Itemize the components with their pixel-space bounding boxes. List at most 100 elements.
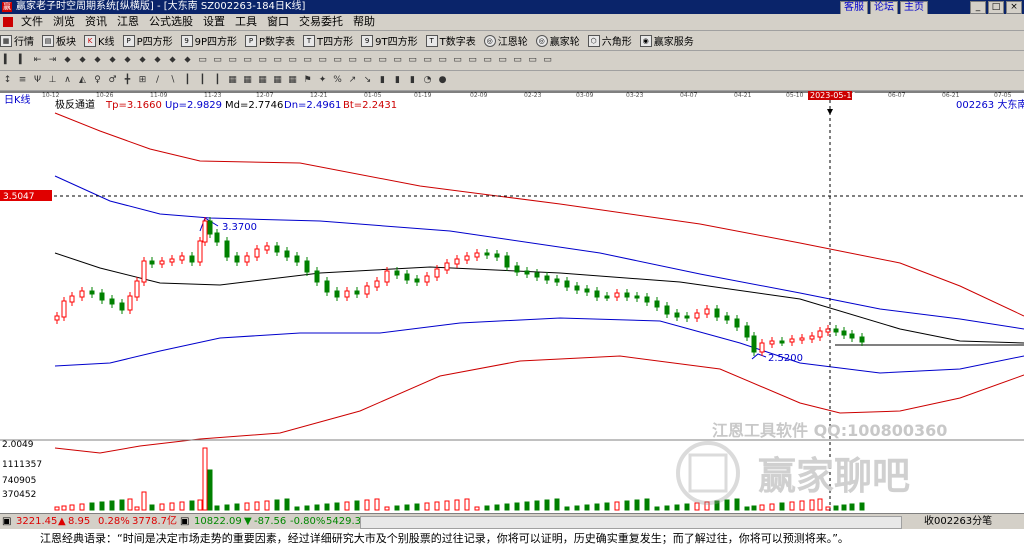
analysis-tool-icon[interactable]: ⊞ [136, 74, 149, 87]
maximize-icon[interactable]: □ [988, 1, 1004, 14]
close-icon[interactable]: × [1006, 1, 1022, 14]
draw-tool-icon[interactable]: ⬥ [106, 54, 119, 67]
draw-tool-icon[interactable]: ▭ [226, 54, 239, 67]
menu-settings[interactable]: 设置 [198, 14, 230, 30]
draw-tool-icon[interactable]: ⬥ [61, 54, 74, 67]
menu-gann[interactable]: 江恩 [112, 14, 144, 30]
draw-tool-icon[interactable]: ▭ [211, 54, 224, 67]
toolbar-gann-wheel[interactable]: ◎ 江恩轮 [483, 33, 528, 48]
draw-tool-icon[interactable]: ▭ [481, 54, 494, 67]
toolbar-service[interactable]: ◉ 赢家服务 [639, 33, 694, 48]
draw-tool-icon[interactable]: ▭ [196, 54, 209, 67]
analysis-tool-icon[interactable]: ▦ [271, 74, 284, 87]
analysis-tool-icon[interactable]: ↕ [1, 74, 14, 87]
analysis-tool-icon[interactable]: ┃ [196, 74, 209, 87]
menu-tools[interactable]: 工具 [230, 14, 262, 30]
draw-tool-icon[interactable]: ⬥ [136, 54, 149, 67]
toolbar-9p-square[interactable]: 9 9P四方形 [180, 33, 237, 48]
forum-link[interactable]: 论坛 [870, 1, 898, 15]
draw-tool-icon[interactable]: ▭ [526, 54, 539, 67]
sh-index-icon[interactable]: ▣ [2, 514, 11, 529]
analysis-tool-icon[interactable]: ↗ [346, 74, 359, 87]
menu-help[interactable]: 帮助 [348, 14, 380, 30]
draw-tool-icon[interactable]: ⬥ [121, 54, 134, 67]
draw-tool-icon[interactable]: ▭ [346, 54, 359, 67]
draw-tool-icon[interactable]: ▭ [406, 54, 419, 67]
menu-trade[interactable]: 交易委托 [294, 14, 348, 30]
menu-file[interactable]: 文件 [16, 14, 48, 30]
analysis-tool-icon[interactable]: ▦ [256, 74, 269, 87]
draw-tool-icon[interactable]: ▭ [376, 54, 389, 67]
analysis-tool-icon[interactable]: ▦ [286, 74, 299, 87]
chart-canvas[interactable]: 10-12 10-26 11-09 11-23 12-07 12-21 01-05 01-19… [0, 91, 1024, 513]
kline-chart[interactable]: 10-12 10-26 11-09 11-23 12-07 12-21 01-05 01-19… [0, 91, 1024, 513]
analysis-tool-icon[interactable]: % [331, 74, 344, 87]
draw-tool-icon[interactable]: ▭ [466, 54, 479, 67]
toolbar-sectors[interactable]: ▤ 板块 [42, 33, 76, 48]
tick-data-label[interactable]: 收002263分笔 [924, 514, 992, 529]
toolbar-quotes[interactable]: ▦ 行情 [0, 33, 34, 48]
toolbar-t-square[interactable]: T T四方形 [303, 33, 353, 48]
menu-info[interactable]: 资讯 [80, 14, 112, 30]
draw-tool-icon[interactable]: ▭ [301, 54, 314, 67]
draw-tool-icon[interactable]: ⬥ [151, 54, 164, 67]
draw-tool-icon[interactable]: ⬥ [166, 54, 179, 67]
draw-tool-icon[interactable]: ▭ [451, 54, 464, 67]
analysis-tool-icon[interactable]: ◭ [76, 74, 89, 87]
analysis-tool-icon[interactable]: ┃ [211, 74, 224, 87]
analysis-tool-icon[interactable]: / [151, 74, 164, 87]
toolbar-hexagon[interactable]: ⬡ 六角形 [587, 33, 632, 48]
analysis-tool-icon[interactable]: ▦ [226, 74, 239, 87]
analysis-tool-icon[interactable]: ▮ [391, 74, 404, 87]
analysis-tool-icon[interactable]: ∖ [166, 74, 179, 87]
draw-tool-icon[interactable]: ▭ [541, 54, 554, 67]
draw-tool-icon[interactable]: ▭ [256, 54, 269, 67]
analysis-tool-icon[interactable]: ♀ [91, 74, 104, 87]
analysis-tool-icon[interactable]: ╋ [121, 74, 134, 87]
analysis-tool-icon[interactable]: Ψ [31, 74, 44, 87]
draw-tool-icon[interactable]: ▭ [241, 54, 254, 67]
draw-tool-icon[interactable]: ⇤ [31, 54, 44, 67]
analysis-tool-icon[interactable]: ▮ [406, 74, 419, 87]
draw-tool-icon[interactable]: ▭ [511, 54, 524, 67]
toolbar-winner-wheel[interactable]: ◎ 赢家轮 [535, 33, 580, 48]
analysis-tool-icon[interactable]: ● [436, 74, 449, 87]
analysis-tool-icon[interactable]: ≡ [16, 74, 29, 87]
customer-service-link[interactable]: 客服 [840, 1, 868, 15]
analysis-tool-icon[interactable]: ↘ [361, 74, 374, 87]
menu-formula[interactable]: 公式选股 [144, 14, 198, 30]
analysis-tool-icon[interactable]: ▮ [376, 74, 389, 87]
analysis-tool-icon[interactable]: ⊥ [46, 74, 59, 87]
toolbar-p-table[interactable]: P P数字表 [245, 33, 295, 48]
draw-tool-icon[interactable]: ▍ [16, 54, 29, 67]
draw-tool-icon[interactable]: ▭ [331, 54, 344, 67]
analysis-tool-icon[interactable]: ♂ [106, 74, 119, 87]
draw-tool-icon[interactable]: ▭ [436, 54, 449, 67]
draw-tool-icon[interactable]: ▭ [271, 54, 284, 67]
draw-tool-icon[interactable]: ▭ [496, 54, 509, 67]
homepage-link[interactable]: 主页 [900, 1, 928, 15]
minimize-icon[interactable]: _ [970, 1, 986, 14]
analysis-tool-icon[interactable]: ∧ [61, 74, 74, 87]
sz-index-icon[interactable]: ▣ [180, 514, 189, 529]
menu-browse[interactable]: 浏览 [48, 14, 80, 30]
analysis-tool-icon[interactable]: ◔ [421, 74, 434, 87]
menu-window[interactable]: 窗口 [262, 14, 294, 30]
draw-tool-icon[interactable]: ▭ [361, 54, 374, 67]
horizontal-scrollbar[interactable] [360, 516, 902, 529]
analysis-tool-icon[interactable]: ┃ [181, 74, 194, 87]
draw-tool-icon[interactable]: ▭ [316, 54, 329, 67]
toolbar-t-table[interactable]: T T数字表 [425, 33, 476, 48]
analysis-tool-icon[interactable]: ⚑ [301, 74, 314, 87]
draw-tool-icon[interactable]: ▭ [391, 54, 404, 67]
toolbar-9t-square[interactable]: 9 9T四方形 [361, 33, 418, 48]
analysis-tool-icon[interactable]: ✦ [316, 74, 329, 87]
toolbar-p-square[interactable]: P P四方形 [122, 33, 173, 48]
draw-tool-icon[interactable]: ⬥ [181, 54, 194, 67]
draw-tool-icon[interactable]: ▭ [286, 54, 299, 67]
draw-tool-icon[interactable]: ⇥ [46, 54, 59, 67]
draw-tool-icon[interactable]: ▭ [421, 54, 434, 67]
draw-tool-icon[interactable]: ⬥ [91, 54, 104, 67]
draw-tool-icon[interactable]: ⬥ [76, 54, 89, 67]
analysis-tool-icon[interactable]: ▦ [241, 74, 254, 87]
